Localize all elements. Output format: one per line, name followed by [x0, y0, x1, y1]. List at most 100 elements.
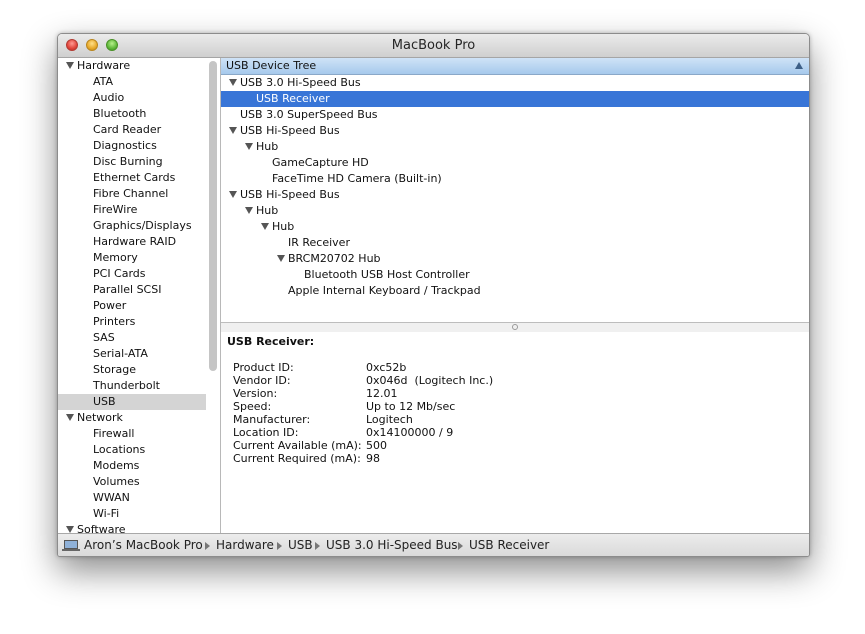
disclosure-triangle-icon[interactable]	[66, 414, 74, 421]
tree-row-label: GameCapture HD	[272, 156, 369, 169]
tree-row-label: USB Receiver	[256, 92, 330, 105]
sidebar: Hardware ATA Audio Bluetooth Card Reader Diag…	[58, 58, 207, 533]
sidebar-item-label: Firewall	[93, 427, 135, 440]
disclosure-triangle-icon[interactable]	[66, 62, 74, 69]
sidebar-item-label: Power	[93, 299, 127, 312]
sidebar-item-card-reader[interactable]: Card Reader	[58, 122, 206, 138]
tree-row-label: BRCM20702 Hub	[288, 252, 381, 265]
disclosure-triangle-icon[interactable]	[261, 223, 269, 230]
tree-row-hub[interactable]: Hub	[221, 203, 809, 219]
tree-column-header[interactable]: USB Device Tree	[221, 58, 809, 75]
sidebar-item-power[interactable]: Power	[58, 298, 206, 314]
tree-row-usb-receiver[interactable]: USB Receiver	[221, 91, 809, 107]
disclosure-triangle-icon[interactable]	[229, 127, 237, 134]
tree-row-brcm20702-hub[interactable]: BRCM20702 Hub	[221, 251, 809, 267]
sidebar-category-network[interactable]: Network	[58, 410, 206, 426]
sidebar-item-label: Bluetooth	[93, 107, 147, 120]
sidebar-item-firewire[interactable]: FireWire	[58, 202, 206, 218]
disclosure-triangle-icon[interactable]	[229, 79, 237, 86]
disclosure-triangle-icon[interactable]	[66, 526, 74, 533]
sidebar-item-wi-fi[interactable]: Wi-Fi	[58, 506, 206, 522]
sidebar-item-ata[interactable]: ATA	[58, 74, 206, 90]
tree-row-facetime-hd-camera-built-in[interactable]: FaceTime HD Camera (Built-in)	[221, 171, 809, 187]
detail-key: Current Required (mA):	[233, 452, 361, 465]
tree-row-hub[interactable]: Hub	[221, 139, 809, 155]
sidebar-item-storage[interactable]: Storage	[58, 362, 206, 378]
sidebar-item-label: Audio	[93, 91, 125, 104]
tree-row-usb-3-0-hi-speed-bus[interactable]: USB 3.0 Hi-Speed Bus	[221, 75, 809, 91]
tree-row-label: USB 3.0 Hi-Speed Bus	[240, 76, 361, 89]
sidebar-item-graphics-displays[interactable]: Graphics/Displays	[58, 218, 206, 234]
detail-row: Product ID: 0xc52b	[221, 361, 809, 374]
sidebar-item-wwan[interactable]: WWAN	[58, 490, 206, 506]
sidebar-item-usb[interactable]: USB	[58, 394, 206, 410]
tree-row-usb-hi-speed-bus[interactable]: USB Hi-Speed Bus	[221, 187, 809, 203]
sidebar-item-serial-ata[interactable]: Serial-ATA	[58, 346, 206, 362]
sidebar-category-hardware[interactable]: Hardware	[58, 58, 206, 74]
sidebar-item-firewall[interactable]: Firewall	[58, 426, 206, 442]
sidebar-item-label: Printers	[93, 315, 136, 328]
sidebar-item-label: Diagnostics	[93, 139, 157, 152]
sidebar-item-fibre-channel[interactable]: Fibre Channel	[58, 186, 206, 202]
sidebar-item-thunderbolt[interactable]: Thunderbolt	[58, 378, 206, 394]
sidebar-item-label: USB	[93, 395, 116, 408]
sidebar-item-parallel-scsi[interactable]: Parallel SCSI	[58, 282, 206, 298]
tree-row-bluetooth-usb-host-controller[interactable]: Bluetooth USB Host Controller	[221, 267, 809, 283]
tree-row-gamecapture-hd[interactable]: GameCapture HD	[221, 155, 809, 171]
detail-value: 0x046d (Logitech Inc.)	[366, 374, 494, 387]
sidebar-item-label: Parallel SCSI	[93, 283, 162, 296]
sidebar-item-label: Fibre Channel	[93, 187, 169, 200]
sidebar-item-volumes[interactable]: Volumes	[58, 474, 206, 490]
detail-row: Current Required (mA): 98	[221, 452, 809, 465]
sidebar-item-label: ATA	[93, 75, 114, 88]
sidebar-category-software[interactable]: Software	[58, 522, 206, 533]
detail-key: Manufacturer:	[233, 413, 311, 426]
grip-icon[interactable]	[512, 324, 518, 330]
sidebar-item-hardware-raid[interactable]: Hardware RAID	[58, 234, 206, 250]
breadcrumb-usb[interactable]: USB	[288, 534, 313, 556]
sidebar-item-label: PCI Cards	[93, 267, 146, 280]
sidebar-item-label: SAS	[93, 331, 115, 344]
sidebar-item-label: Volumes	[93, 475, 140, 488]
disclosure-triangle-icon[interactable]	[277, 255, 285, 262]
breadcrumb-separator-icon	[205, 542, 210, 550]
disclosure-triangle-icon[interactable]	[229, 191, 237, 198]
breadcrumb-aron-s-macbook-pro[interactable]: Aron’s MacBook Pro	[84, 534, 203, 556]
breadcrumb-separator-icon	[315, 542, 320, 550]
sidebar-item-printers[interactable]: Printers	[58, 314, 206, 330]
tree-row-ir-receiver[interactable]: IR Receiver	[221, 235, 809, 251]
sidebar-item-bluetooth[interactable]: Bluetooth	[58, 106, 206, 122]
sidebar-item-pci-cards[interactable]: PCI Cards	[58, 266, 206, 282]
sidebar-item-audio[interactable]: Audio	[58, 90, 206, 106]
laptop-icon	[62, 540, 80, 551]
tree-row-usb-hi-speed-bus[interactable]: USB Hi-Speed Bus	[221, 123, 809, 139]
disclosure-triangle-icon[interactable]	[245, 143, 253, 150]
tree-row-hub[interactable]: Hub	[221, 219, 809, 235]
sidebar-item-sas[interactable]: SAS	[58, 330, 206, 346]
tree-row-label: Hub	[256, 140, 279, 153]
sidebar-item-label: Thunderbolt	[93, 379, 160, 392]
breadcrumb-usb-3-0-hi-speed-bus[interactable]: USB 3.0 Hi-Speed Bus	[326, 534, 458, 556]
sidebar-item-ethernet-cards[interactable]: Ethernet Cards	[58, 170, 206, 186]
tree-row-usb-3-0-superspeed-bus[interactable]: USB 3.0 SuperSpeed Bus	[221, 107, 809, 123]
title-bar[interactable]: MacBook Pro	[58, 34, 809, 58]
sidebar-item-memory[interactable]: Memory	[58, 250, 206, 266]
detail-key: Current Available (mA):	[233, 439, 362, 452]
sort-ascending-icon[interactable]	[795, 62, 803, 69]
detail-row: Version: 12.01	[221, 387, 809, 400]
sidebar-item-disc-burning[interactable]: Disc Burning	[58, 154, 206, 170]
detail-row: Current Available (mA): 500	[221, 439, 809, 452]
sidebar-item-diagnostics[interactable]: Diagnostics	[58, 138, 206, 154]
usb-device-tree: USB Device Tree USB 3.0 Hi-Speed Bus USB …	[221, 58, 809, 322]
detail-row: Vendor ID: 0x046d (Logitech Inc.)	[221, 374, 809, 387]
tree-row-apple-internal-keyboard-trackpad[interactable]: Apple Internal Keyboard / Trackpad	[221, 283, 809, 299]
sidebar-category-label: Network	[77, 411, 123, 424]
disclosure-triangle-icon[interactable]	[245, 207, 253, 214]
tree-row-label: Hub	[272, 220, 295, 233]
breadcrumb-hardware[interactable]: Hardware	[216, 534, 274, 556]
sidebar-item-modems[interactable]: Modems	[58, 458, 206, 474]
sidebar-item-locations[interactable]: Locations	[58, 442, 206, 458]
sidebar-item-label: Serial-ATA	[93, 347, 148, 360]
sidebar-scrollbar[interactable]	[209, 61, 217, 371]
breadcrumb-usb-receiver[interactable]: USB Receiver	[469, 534, 549, 556]
